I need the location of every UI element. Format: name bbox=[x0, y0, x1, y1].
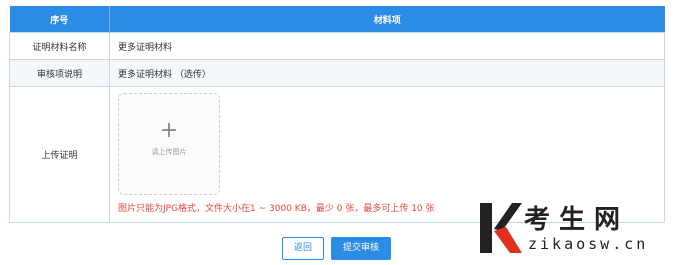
header-index: 序号 bbox=[9, 6, 110, 33]
materials-table-container: 序号 材料项 证明材料名称 更多证明材料 审核项说明 更多证明材料 （选传） 上… bbox=[9, 6, 665, 223]
table-row: 审核项说明 更多证明材料 （选传） bbox=[9, 59, 665, 87]
row-value-review-note: 更多证明材料 （选传） bbox=[109, 59, 665, 87]
brand-k-icon bbox=[480, 203, 522, 253]
brand-name: 考生网 bbox=[524, 205, 630, 235]
image-upload-box[interactable]: + 请上传图片 bbox=[118, 93, 220, 195]
row-label-review-note: 审核项说明 bbox=[9, 59, 110, 87]
table-row: 证明材料名称 更多证明材料 bbox=[9, 32, 665, 60]
back-button[interactable]: 返回 bbox=[282, 237, 324, 260]
row-label-upload: 上传证明 bbox=[9, 86, 110, 223]
row-label-material-name: 证明材料名称 bbox=[9, 32, 110, 60]
submit-review-button[interactable]: 提交审核 bbox=[331, 237, 391, 260]
materials-table: 序号 材料项 证明材料名称 更多证明材料 审核项说明 更多证明材料 （选传） 上… bbox=[9, 6, 665, 223]
header-material: 材料项 bbox=[109, 6, 665, 33]
upload-placeholder: 请上传图片 bbox=[151, 148, 187, 156]
watermark-logo: 考生网 zikaosw.cn bbox=[480, 203, 665, 259]
brand-domain: zikaosw.cn bbox=[528, 235, 649, 253]
table-header-row: 序号 材料项 bbox=[9, 6, 665, 33]
row-value-material-name: 更多证明材料 bbox=[109, 32, 665, 60]
plus-icon: + bbox=[159, 118, 179, 143]
